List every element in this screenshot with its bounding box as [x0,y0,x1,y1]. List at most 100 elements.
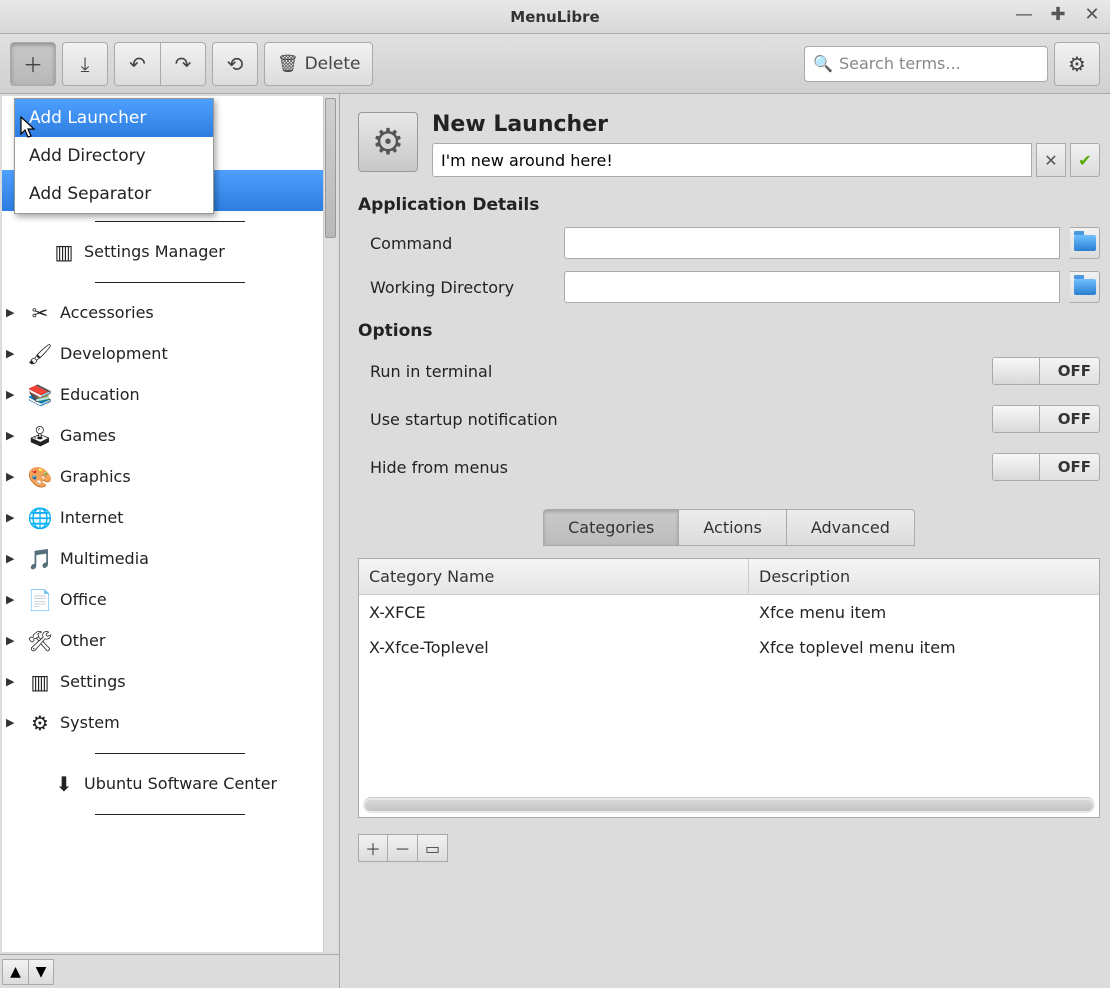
tree-item-label: Internet [60,508,124,527]
move-down-button[interactable]: ▼ [28,959,54,985]
tree-item-internet[interactable]: ▶ 🌐 Internet [2,497,337,538]
th-description[interactable]: Description [749,559,1099,594]
tree-item-system[interactable]: ▶ ⚙ System [2,702,337,743]
expander-icon: ▶ [6,552,20,565]
tree-item-settings-manager[interactable]: ▥Settings Manager [2,231,337,272]
menu-add-launcher[interactable]: Add Launcher [15,99,213,137]
expander-icon: ▶ [6,511,20,524]
tree-scrollbar[interactable] [323,96,337,952]
tree-item-accessories[interactable]: ▶✂Accessories [2,292,337,333]
category-add-button[interactable]: ＋ [358,834,388,862]
books-icon: 📚 [26,381,54,409]
expander-icon: ▶ [6,388,20,401]
menu-add-separator[interactable]: Add Separator [15,175,213,213]
apply-comment-button[interactable]: ✔ [1070,143,1100,177]
opt-startup-label: Use startup notification [370,410,992,429]
tree-item-development[interactable]: ▶🖌Development [2,333,337,374]
tabs: Categories Actions Advanced [358,509,1100,546]
command-browse-button[interactable] [1070,227,1100,259]
tree-item-education[interactable]: ▶📚Education [2,374,337,415]
opt-terminal-label: Run in terminal [370,362,992,381]
tree-item-multimedia[interactable]: ▶🎵Multimedia [2,538,337,579]
redo-button[interactable]: ↷ [160,42,206,86]
launcher-title[interactable]: New Launcher [432,112,1100,137]
clear-comment-button[interactable]: ✕ [1036,143,1066,177]
command-input[interactable] [564,227,1060,259]
expander-icon: ▶ [6,470,20,483]
app-icon-button[interactable]: ⚙ [358,112,418,172]
tree-item-label: Graphics [60,467,131,486]
tab-actions[interactable]: Actions [679,509,786,546]
media-icon: 🎵 [26,545,54,573]
category-remove-button[interactable]: － [388,834,418,862]
categories-table: Category Name Description X-XFCEXfce men… [358,558,1100,818]
system-icon: ⚙ [26,709,54,737]
palette-icon: 🎨 [26,463,54,491]
tree-view[interactable]: ⚙New Launcher▥Settings Manager▶✂Accessor… [2,96,337,952]
tree-separator [2,272,337,292]
window-title: MenuLibre [510,8,599,26]
save-icon: ⤓ [81,52,90,76]
tree-separator [2,804,337,824]
th-category-name[interactable]: Category Name [359,559,749,594]
toolbar: ＋ ⤓ ↶ ↷ ⟲ 🗑 Delete 🔍 ⚙ [0,34,1110,94]
delete-label: Delete [305,54,361,74]
sidebar-footer: ▲ ▼ [0,954,339,988]
search-input[interactable] [839,54,1039,73]
tree-item-label: Development [60,344,168,363]
tree-separator [2,211,337,231]
revert-button[interactable]: ⟲ [212,42,258,86]
opt-hide-label: Hide from menus [370,458,992,477]
search-icon: 🔍 [813,54,833,73]
menu-add-directory[interactable]: Add Directory [15,137,213,175]
settings-button[interactable]: ⚙ [1054,42,1100,86]
editor-pane: ⚙ New Launcher ✕ ✔ Application Details C… [340,94,1110,988]
tree-item-graphics[interactable]: ▶ 🎨 Graphics [2,456,337,497]
panel-icon: ▥ [26,668,54,696]
table-row[interactable]: X-XFCEXfce menu item [359,595,1099,630]
table-row[interactable]: X-Xfce-ToplevelXfce toplevel menu item [359,630,1099,665]
category-clear-button[interactable]: ▭ [418,834,448,862]
titlebar: MenuLibre — ✚ ✕ [0,0,1110,34]
tree-item-office[interactable]: ▶📄Office [2,579,337,620]
opt-hide-toggle[interactable]: OFF [992,453,1100,481]
table-cell: X-XFCE [359,603,749,622]
gear-icon: ⚙ [1068,52,1086,76]
tree-item-label: Games [60,426,116,445]
tree-item-ubuntu-software-center[interactable]: ⬇Ubuntu Software Center [2,763,337,804]
tab-advanced[interactable]: Advanced [787,509,915,546]
expander-icon: ▶ [6,429,20,442]
wd-input[interactable] [564,271,1060,303]
joystick-icon: 🕹 [26,422,54,450]
gear-icon: ⚙ [372,122,404,163]
tree-item-other[interactable]: ▶🛠Other [2,620,337,661]
add-button[interactable]: ＋ [10,42,56,86]
wd-browse-button[interactable] [1070,271,1100,303]
delete-button[interactable]: 🗑 Delete [264,42,373,86]
close-button[interactable]: ✕ [1082,4,1102,24]
opt-startup-toggle[interactable]: OFF [992,405,1100,433]
tree-item-settings[interactable]: ▶▥Settings [2,661,337,702]
maximize-button[interactable]: ✚ [1048,4,1068,24]
move-up-button[interactable]: ▲ [2,959,28,985]
tab-categories[interactable]: Categories [543,509,679,546]
tree-item-label: Other [60,631,105,650]
panel-icon: ▥ [50,238,78,266]
table-cell: Xfce toplevel menu item [749,638,1099,657]
comment-input[interactable] [432,143,1032,177]
tree-item-label: System [60,713,120,732]
section-app-details: Application Details [358,195,1100,215]
globe-icon: 🌐 [26,504,54,532]
search-box[interactable]: 🔍 [804,46,1048,82]
trowel-icon: 🖌 [26,340,54,368]
expander-icon: ▶ [6,634,20,647]
undo-button[interactable]: ↶ [114,42,160,86]
expander-icon: ▶ [6,716,20,729]
table-h-scrollbar[interactable] [363,797,1095,813]
opt-terminal-toggle[interactable]: OFF [992,357,1100,385]
undo-icon: ↶ [129,52,146,76]
table-cell: Xfce menu item [749,603,1099,622]
tree-item-games[interactable]: ▶ 🕹 Games [2,415,337,456]
save-button[interactable]: ⤓ [62,42,108,86]
minimize-button[interactable]: — [1014,4,1034,24]
